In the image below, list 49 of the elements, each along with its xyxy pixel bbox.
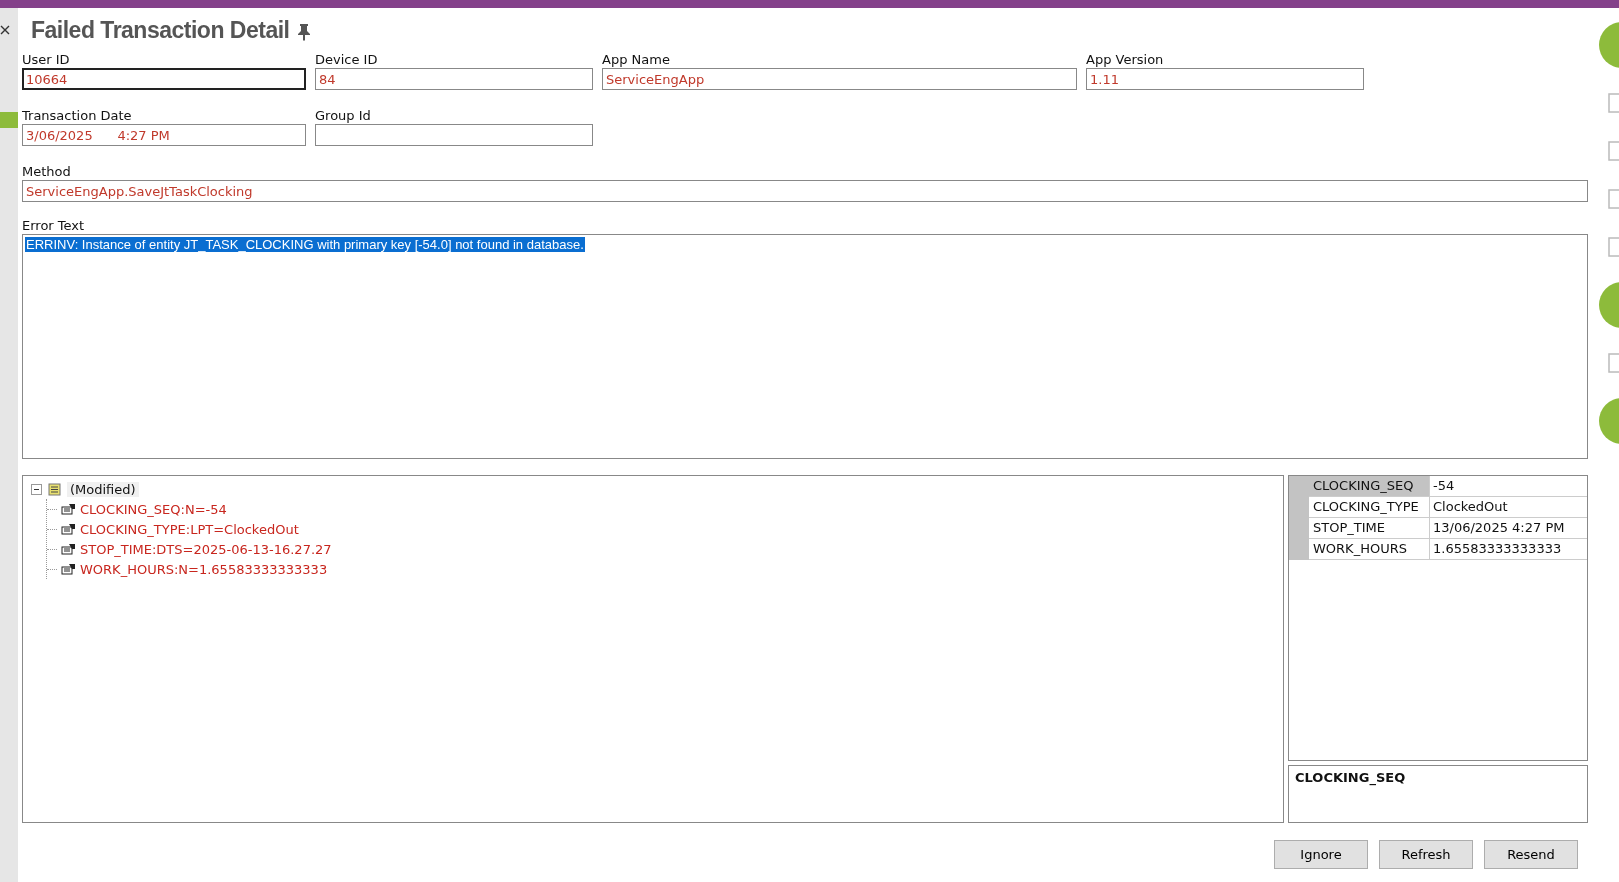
field-label: Method (22, 164, 72, 180)
text-field[interactable]: ServiceEngApp.SaveJtTaskClocking (22, 180, 1588, 202)
toolbar-icon[interactable] (1607, 90, 1619, 116)
toolbar-icon[interactable] (1607, 350, 1619, 376)
tree-node[interactable]: STOP_TIME:DTS=2025-06-13-16.27.27 (80, 541, 332, 557)
field-label: App Version (1086, 52, 1165, 68)
field-icon (61, 503, 76, 515)
field-icon (61, 563, 76, 575)
property-name[interactable]: STOP_TIME (1309, 518, 1430, 538)
toolbar-icon[interactable] (1607, 138, 1619, 164)
text-field[interactable]: 3/06/2025 4:27 PM (22, 124, 306, 146)
text-field[interactable]: 84 (315, 68, 593, 90)
action-button[interactable]: Resend (1484, 840, 1578, 869)
field-label: App Name (602, 52, 671, 68)
toolbar-icon[interactable] (1607, 234, 1619, 260)
field-label: Device ID (315, 52, 379, 68)
field-label: User ID (22, 52, 71, 68)
text-field[interactable] (315, 124, 593, 146)
property-value[interactable]: 1.65583333333333 (1430, 539, 1587, 559)
tree-node[interactable]: CLOCKING_SEQ:N=-54 (80, 501, 227, 517)
property-name[interactable]: WORK_HOURS (1309, 539, 1430, 559)
field-icon (61, 523, 76, 535)
action-button[interactable]: Refresh (1379, 840, 1473, 869)
tree-node[interactable]: CLOCKING_TYPE:LPT=ClockedOut (80, 521, 299, 537)
tree-node[interactable]: (Modified) (67, 482, 139, 497)
pin-icon[interactable] (297, 23, 312, 41)
error-text: ERRINV: Instance of entity JT_TASK_CLOCKING with primary key [-54.0] not found in database. (25, 237, 585, 252)
property-description: CLOCKING_SEQ (1295, 770, 1406, 785)
collapse-icon[interactable] (31, 484, 42, 495)
field-label: Error Text (22, 218, 86, 234)
property-value[interactable]: -54 (1430, 476, 1587, 496)
field-icon (61, 543, 76, 555)
page-title: Failed Transaction Detail (31, 16, 290, 44)
toolbar-icon[interactable] (1607, 186, 1619, 212)
close-icon[interactable] (0, 25, 10, 35)
field-label: Group Id (315, 108, 372, 124)
tree-node[interactable]: WORK_HOURS:N=1.65583333333333 (80, 561, 328, 577)
list-icon (48, 483, 61, 496)
property-name[interactable]: CLOCKING_SEQ (1309, 476, 1430, 496)
text-area[interactable]: ERRINV: Instance of entity JT_TASK_CLOCKING with primary key [-54.0] not found in database. (22, 234, 1588, 459)
action-button[interactable]: Ignore (1274, 840, 1368, 869)
text-field[interactable]: ServiceEngApp (602, 68, 1077, 90)
active-marker (0, 112, 18, 128)
text-field[interactable]: 10664 (22, 68, 306, 90)
text-field[interactable]: 1.11 (1086, 68, 1364, 90)
property-name[interactable]: CLOCKING_TYPE (1309, 497, 1430, 517)
property-value[interactable]: 13/06/2025 4:27 PM (1430, 518, 1587, 538)
property-value[interactable]: ClockedOut (1430, 497, 1587, 517)
field-label: Transaction Date (22, 108, 133, 124)
